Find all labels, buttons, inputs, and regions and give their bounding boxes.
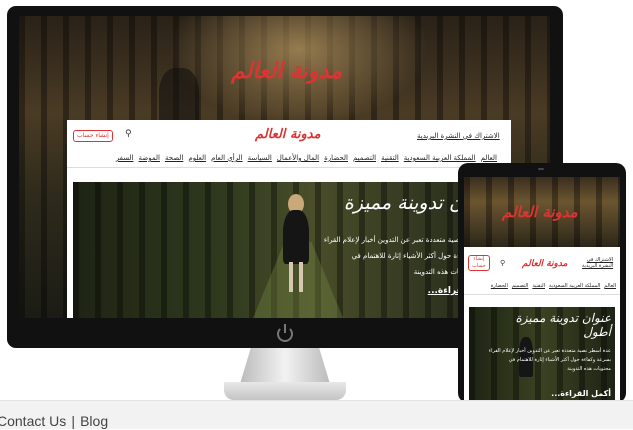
desktop-site: إنشاء حساب ⚲ مدونة العالم الاشتراك في ال…	[67, 120, 511, 318]
tablet-device: مدونة العالم إنشاء حساب ⚲ مدونة العالم ا…	[458, 163, 626, 403]
nav-item[interactable]: الرأي العام	[211, 154, 243, 167]
silhouette-figure	[159, 68, 199, 128]
tablet-header-image: مدونة العالم	[464, 177, 620, 247]
excerpt-line: بسرعة وكفاءة حول أكثر الأشياء إثارة للاه…	[508, 357, 611, 363]
excerpt-line: عدة أسطر نصية متعددة تعبر عن التدوين أخب…	[488, 348, 611, 354]
tablet-post-excerpt: عدة أسطر نصية متعددة تعبر عن التدوين أخب…	[473, 347, 611, 374]
nav-item[interactable]: التقنية	[381, 154, 399, 167]
tablet-nav-item[interactable]: التقنية	[532, 283, 545, 294]
tablet-camera	[538, 168, 544, 170]
site-logo[interactable]: مدونة العالم	[255, 127, 321, 142]
register-label-line: إنشاء	[473, 256, 485, 262]
tablet-nav-item[interactable]: الحضارة	[491, 283, 508, 294]
tablet-site-logo[interactable]: مدونة العالم	[522, 259, 567, 269]
site-topbar: إنشاء حساب ⚲ مدونة العالم الاشتراك في ال…	[67, 120, 511, 152]
tablet-register-button[interactable]: إنشاء حساب	[468, 255, 490, 271]
nav-item[interactable]: السياسة	[248, 154, 272, 167]
monitor-stand	[240, 348, 330, 384]
subscribe-line: النشرة البريدية	[582, 263, 614, 269]
hero-logo: مدونة العالم	[231, 58, 343, 84]
tablet-title-line: أطول	[583, 325, 611, 339]
page-footer: Contact Us | Blog	[0, 400, 633, 429]
tablet-nav-item[interactable]: التصميم	[512, 283, 528, 294]
tablet-post-title[interactable]: عنوان تدوينة مميزة أطول	[516, 311, 611, 339]
tablet-screen: مدونة العالم إنشاء حساب ⚲ مدونة العالم ا…	[464, 177, 620, 403]
tablet-hero-logo: مدونة العالم	[502, 203, 578, 221]
tablet-read-more[interactable]: أكمل القراءة...	[551, 389, 611, 398]
tablet-search-icon[interactable]: ⚲	[500, 259, 505, 267]
register-button[interactable]: إنشاء حساب	[73, 130, 113, 142]
nav-item[interactable]: الموضة	[139, 154, 160, 167]
search-icon[interactable]: ⚲	[125, 129, 132, 139]
tablet-nav-item[interactable]: العالم	[604, 283, 616, 294]
tablet-nav: العالم المملكة العربية السعودية التقنية …	[464, 283, 620, 295]
tablet-subscribe-link[interactable]: الاشتراك في النشرة البريدية	[582, 257, 613, 269]
nav-item[interactable]: السفر	[116, 154, 134, 167]
nav-item[interactable]: التصميم	[353, 154, 376, 167]
excerpt-line: محتويات هذه التدوينة	[567, 366, 611, 372]
nav-item[interactable]: المال والأعمال	[277, 154, 319, 167]
blog-link[interactable]: Blog	[80, 413, 108, 429]
monitor-base	[224, 382, 346, 400]
main-nav: العالم المملكة العربية السعودية التقنية …	[67, 154, 511, 168]
person-leg	[299, 262, 303, 292]
person-leg	[289, 262, 293, 292]
nav-item[interactable]: الحضارة	[324, 154, 348, 167]
tablet-featured-post: عنوان تدوينة مميزة أطول عدة أسطر نصية مت…	[469, 307, 615, 403]
register-label-line: حساب	[472, 263, 486, 269]
tablet-nav-item[interactable]: المملكة العربية السعودية	[549, 283, 600, 294]
contact-link[interactable]: Contact Us	[0, 413, 66, 429]
featured-post: عنوان تدوينة مميزة عدة أسطر نصية متعددة …	[73, 182, 505, 318]
person-figure	[283, 210, 309, 264]
nav-item[interactable]: العلوم	[188, 154, 206, 167]
footer-links: Contact Us | Blog	[0, 411, 108, 430]
subscribe-link[interactable]: الاشتراك في النشرة البريدية	[417, 132, 500, 140]
footer-separator: |	[71, 413, 75, 429]
nav-item[interactable]: الصحة	[165, 154, 183, 167]
tablet-title-line: عنوان تدوينة مميزة	[515, 311, 611, 325]
